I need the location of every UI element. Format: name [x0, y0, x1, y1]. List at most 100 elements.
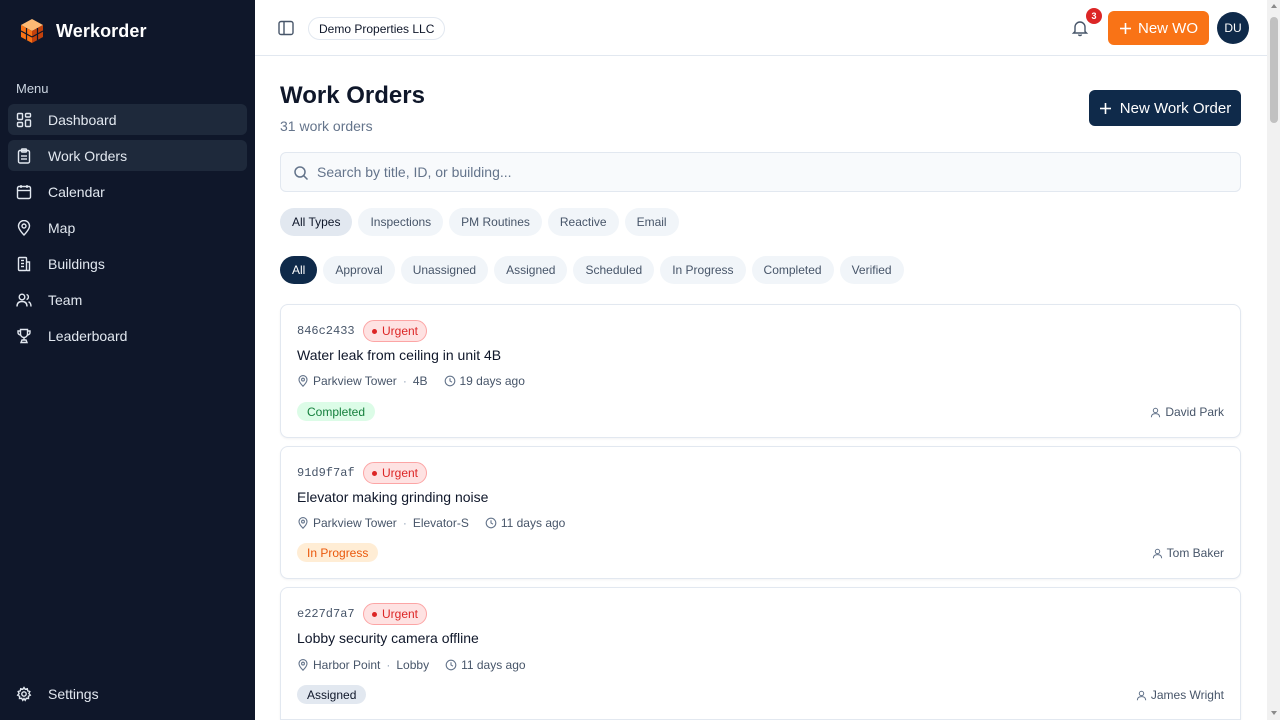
user-icon — [1151, 407, 1161, 417]
priority-label: Urgent — [382, 324, 419, 338]
priority-label: Urgent — [382, 607, 419, 621]
new-wo-button[interactable]: New WO — [1108, 11, 1209, 45]
scroll-down-arrow-icon[interactable] — [1271, 711, 1277, 715]
status-filter-assigned[interactable]: Assigned — [494, 256, 568, 284]
status-badge: Completed — [297, 402, 376, 421]
sidebar-item-work-orders[interactable]: Work Orders — [8, 140, 247, 171]
sidebar-nav: Dashboard Work Orders Calendar Map Build… — [8, 104, 247, 356]
status-filter-approval[interactable]: Approval — [323, 256, 395, 284]
status-filter-scheduled[interactable]: Scheduled — [573, 256, 655, 284]
grid-icon — [16, 112, 32, 127]
calendar-icon — [16, 184, 32, 199]
work-order-meta: Parkview Tower · 4B 19 days ago — [297, 374, 525, 388]
status-filter-unassigned[interactable]: Unassigned — [400, 256, 489, 284]
priority-dot-icon — [372, 611, 377, 617]
user-icon — [1136, 690, 1146, 700]
age: 19 days ago — [459, 374, 525, 388]
trophy-icon — [17, 328, 31, 343]
page-scrollbar[interactable] — [1267, 0, 1280, 720]
sidebar-item-team[interactable]: Team — [8, 284, 247, 315]
organization-selector[interactable]: Demo Properties LLC — [308, 17, 446, 40]
building-name: Harbor Point — [313, 658, 381, 672]
work-order-meta: Harbor Point · Lobby 11 days ago — [297, 658, 526, 672]
new-wo-label: New WO — [1138, 19, 1198, 37]
work-order-title: Lobby security camera offline — [297, 630, 479, 646]
sidebar-item-settings[interactable]: Settings — [16, 686, 99, 702]
unit-name: Lobby — [396, 658, 430, 672]
type-filter-email[interactable]: Email — [624, 208, 679, 236]
priority-badge: Urgent — [363, 603, 428, 625]
new-work-order-button[interactable]: New Work Order — [1089, 90, 1241, 126]
search-box — [280, 152, 1241, 192]
priority-label: Urgent — [382, 466, 419, 480]
page-title: Work Orders — [280, 82, 425, 109]
scrollbar-thumb[interactable] — [1270, 17, 1278, 123]
work-order-count: 31 work orders — [280, 118, 373, 134]
status-filter-completed[interactable]: Completed — [751, 256, 834, 284]
scroll-up-arrow-icon[interactable] — [1271, 4, 1277, 8]
gear-icon — [16, 686, 32, 702]
map-pin-icon — [17, 219, 31, 236]
sidebar-item-leaderboard[interactable]: Leaderboard — [8, 320, 247, 351]
sidebar-item-dashboard[interactable]: Dashboard — [8, 104, 247, 135]
sidebar-toggle-icon[interactable] — [277, 19, 295, 37]
assignee-name: David Park — [1165, 405, 1224, 419]
sidebar-item-label: Team — [48, 291, 83, 308]
status-filter-verified[interactable]: Verified — [839, 256, 904, 284]
search-icon — [294, 166, 309, 181]
unit-name: 4B — [412, 374, 428, 388]
age: 11 days ago — [500, 516, 566, 530]
sidebar-item-buildings[interactable]: Buildings — [8, 248, 247, 279]
type-filter-all-types[interactable]: All Types — [280, 208, 353, 236]
bell-icon[interactable] — [1071, 19, 1089, 37]
work-order-meta: Parkview Tower · Elevator-S 11 days ago — [297, 516, 565, 530]
meta-separator: · — [402, 516, 407, 530]
status-filter-row: All Approval Unassigned Assigned Schedul… — [280, 256, 904, 284]
type-filter-reactive[interactable]: Reactive — [547, 208, 619, 236]
work-order-card[interactable]: e227d7a7 Urgent Lobby security camera of… — [280, 587, 1241, 720]
clock-icon — [485, 517, 497, 529]
map-pin-icon — [298, 517, 308, 529]
menu-label: Menu — [16, 81, 49, 96]
users-icon — [16, 293, 32, 307]
assignee: David Park — [1150, 405, 1224, 419]
top-bar: Demo Properties LLC 3 New WO DU — [255, 0, 1267, 56]
sidebar-item-label: Dashboard — [48, 111, 117, 128]
clock-icon — [445, 659, 457, 671]
meta-separator: · — [386, 658, 391, 672]
work-order-card[interactable]: 91d9f7af Urgent Elevator making grinding… — [280, 446, 1241, 579]
type-filter-pm-routines[interactable]: PM Routines — [449, 208, 542, 236]
status-filter-in-progress[interactable]: In Progress — [660, 256, 746, 284]
type-filter-inspections[interactable]: Inspections — [358, 208, 444, 236]
age: 11 days ago — [461, 658, 526, 672]
work-order-title: Elevator making grinding noise — [297, 489, 489, 505]
assignee: James Wright — [1136, 688, 1224, 702]
assignee: Tom Baker — [1152, 546, 1224, 560]
work-order-card[interactable]: 846c2433 Urgent Water leak from ceiling … — [280, 304, 1241, 438]
meta-separator: · — [402, 374, 407, 388]
sidebar-item-calendar[interactable]: Calendar — [8, 176, 247, 207]
brand[interactable]: Werkorder — [20, 18, 147, 44]
search-input[interactable] — [317, 154, 1217, 190]
status-filter-all[interactable]: All — [280, 256, 318, 284]
user-icon — [1152, 548, 1162, 558]
new-work-order-label: New Work Order — [1119, 99, 1232, 117]
clipboard-icon — [17, 147, 31, 164]
priority-badge: Urgent — [363, 462, 428, 484]
plus-icon — [1120, 22, 1131, 34]
sidebar: Werkorder Menu Dashboard Work Orders Cal… — [0, 0, 255, 720]
work-order-id: 91d9f7af — [297, 466, 355, 480]
plus-icon — [1099, 102, 1111, 114]
sidebar-item-label: Work Orders — [48, 147, 128, 164]
sidebar-item-map[interactable]: Map — [8, 212, 247, 243]
brand-name: Werkorder — [56, 20, 147, 41]
work-order-id: e227d7a7 — [297, 607, 355, 621]
building-icon — [17, 256, 31, 271]
work-order-title: Water leak from ceiling in unit 4B — [297, 347, 502, 363]
priority-dot-icon — [372, 328, 377, 334]
clock-icon — [444, 375, 455, 387]
avatar[interactable]: DU — [1217, 12, 1249, 44]
work-order-id: 846c2433 — [297, 324, 355, 338]
sidebar-item-label: Calendar — [48, 183, 105, 200]
notification-badge: 3 — [1086, 8, 1102, 24]
